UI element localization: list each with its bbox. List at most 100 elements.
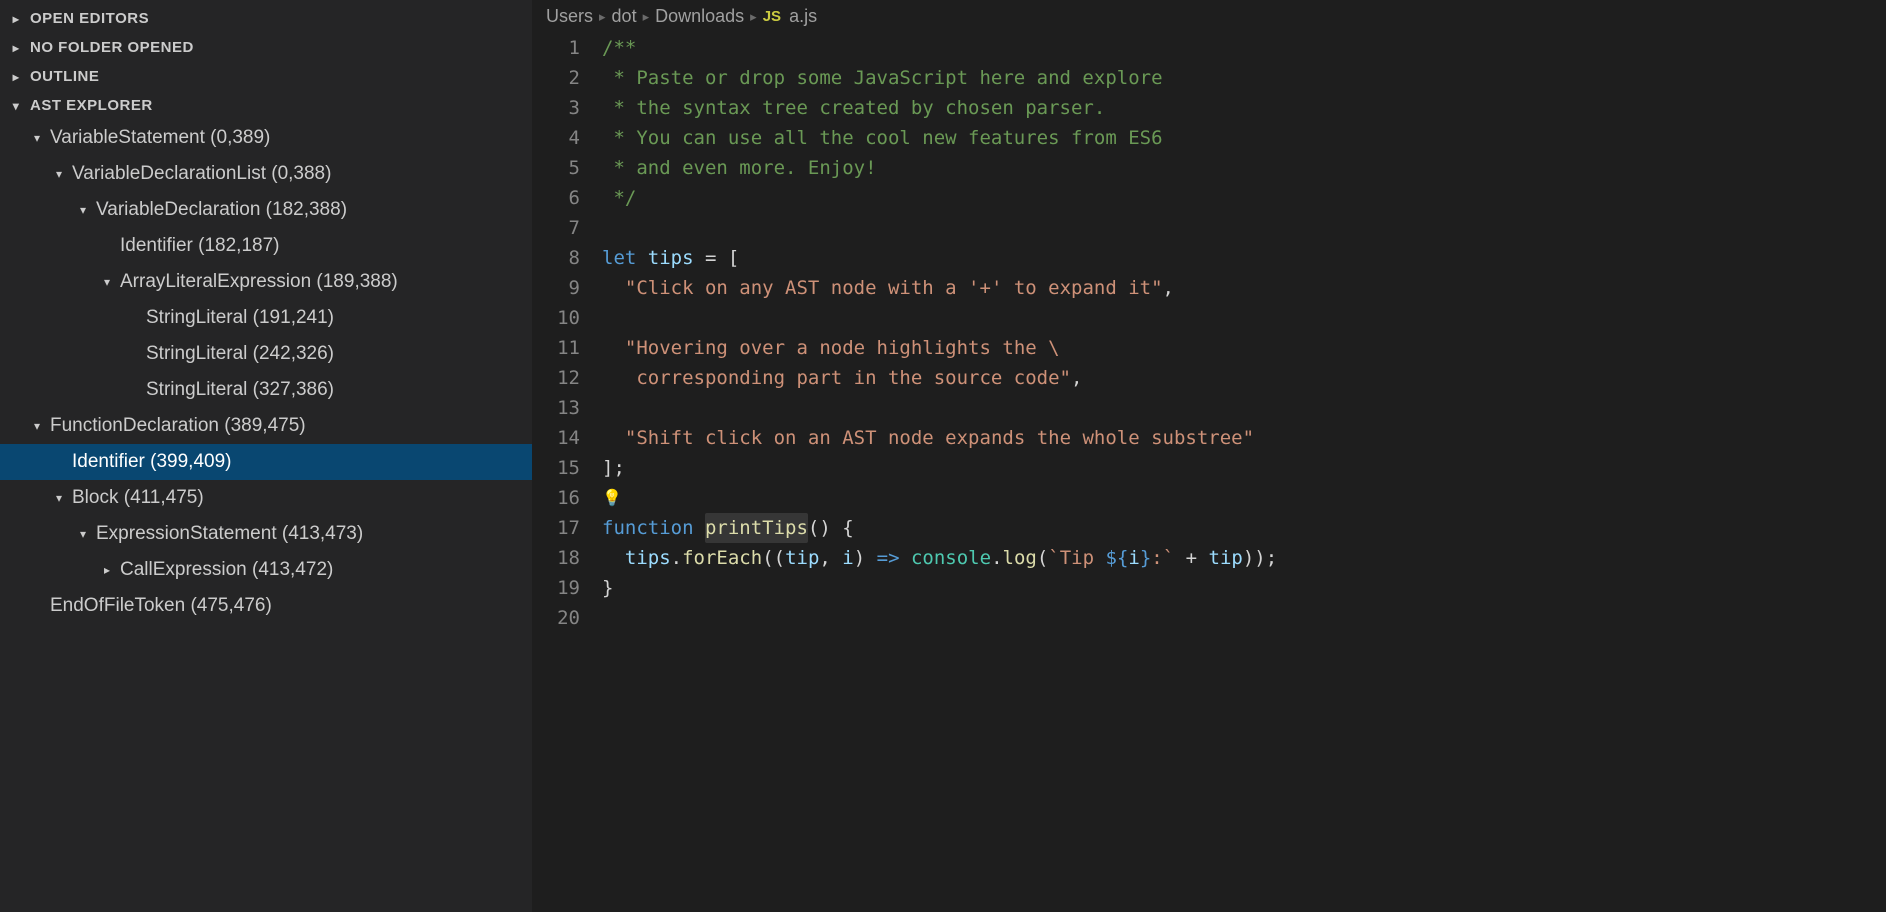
code-line[interactable]: let tips = [ <box>602 243 1886 273</box>
code-line[interactable]: /** <box>602 33 1886 63</box>
line-number: 12 <box>532 363 580 393</box>
chevron-down-icon[interactable]: ▾ <box>98 275 116 289</box>
ast-tree-item[interactable]: ▾ Block (411,475) <box>0 480 532 516</box>
code-line[interactable]: tips.forEach((tip, i) => console.log(`Ti… <box>602 543 1886 573</box>
token-string: `Tip <box>1048 543 1105 573</box>
token-comment: * the syntax tree created by chosen pars… <box>602 93 1105 123</box>
line-number: 14 <box>532 423 580 453</box>
ast-tree-item[interactable]: ▾ VariableDeclaration (182,388) <box>0 192 532 228</box>
code-line[interactable]: "Click on any AST node with a '+' to exp… <box>602 273 1886 303</box>
ast-tree-item[interactable]: ▸EndOfFileToken (475,476) <box>0 588 532 624</box>
code-area[interactable]: 1234567891011121314151617181920 /** * Pa… <box>532 33 1886 633</box>
js-file-icon: JS <box>763 8 781 25</box>
ast-node-label: VariableDeclaration (182,388) <box>96 199 347 221</box>
chevron-down-icon[interactable]: ▾ <box>74 527 92 541</box>
token-func: forEach <box>682 543 762 573</box>
chevron-down-icon[interactable]: ▾ <box>50 167 68 181</box>
code-line[interactable]: * You can use all the cool new features … <box>602 123 1886 153</box>
chevron-right-icon: ▸ <box>599 9 606 25</box>
code-line[interactable]: "Shift click on an AST node expands the … <box>602 423 1886 453</box>
panel-header[interactable]: ▸OPEN EDITORS <box>0 4 532 33</box>
panel-title: AST EXPLORER <box>30 97 153 114</box>
panel-header[interactable]: ▾AST EXPLORER <box>0 91 532 120</box>
chevron-down-icon[interactable]: ▾ <box>28 419 46 433</box>
lightbulb-icon[interactable]: 💡 <box>602 483 622 513</box>
ast-tree-item[interactable]: ▾ExpressionStatement (413,473) <box>0 516 532 552</box>
token-interp: ${ <box>1106 543 1129 573</box>
token-ident: tips <box>625 543 671 573</box>
breadcrumb-segment[interactable]: Users <box>546 6 593 27</box>
code-line[interactable]: function printTips() { <box>602 513 1886 543</box>
token-ident: i <box>1128 543 1139 573</box>
ast-node-label: Block (411,475) <box>72 487 204 509</box>
breadcrumb-segment[interactable]: Downloads <box>655 6 744 27</box>
line-number: 2 <box>532 63 580 93</box>
chevron-down-icon[interactable]: ▾ <box>28 131 46 145</box>
ast-tree-item[interactable]: ▸StringLiteral (327,386) <box>0 372 532 408</box>
token-punct <box>602 273 625 303</box>
ast-node-label: StringLiteral (327,386) <box>146 379 334 401</box>
panel-header[interactable]: ▸OUTLINE <box>0 62 532 91</box>
ast-tree-item[interactable]: ▸StringLiteral (242,326) <box>0 336 532 372</box>
line-number: 20 <box>532 603 580 633</box>
ast-node-label: Identifier (399,409) <box>72 451 232 473</box>
token-punct <box>602 333 625 363</box>
ast-tree-item[interactable]: ▸Identifier (182,187) <box>0 228 532 264</box>
code-line[interactable]: * and even more. Enjoy! <box>602 153 1886 183</box>
ast-tree-item[interactable]: ▸StringLiteral (191,241) <box>0 300 532 336</box>
line-number: 18 <box>532 543 580 573</box>
code-line[interactable] <box>602 303 1886 333</box>
panel-header[interactable]: ▸NO FOLDER OPENED <box>0 33 532 62</box>
code-line[interactable] <box>602 603 1886 633</box>
code-line[interactable]: corresponding part in the source code", <box>602 363 1886 393</box>
ast-tree-item[interactable]: ▾VariableDeclarationList (0,388) <box>0 156 532 192</box>
sidebar: ▸OPEN EDITORS▸NO FOLDER OPENED▸OUTLINE▾A… <box>0 0 532 912</box>
code-line[interactable]: "Hovering over a node highlights the \ <box>602 333 1886 363</box>
code-line[interactable]: ]; <box>602 453 1886 483</box>
ast-tree-item[interactable]: ▾ VariableStatement (0,389) <box>0 120 532 156</box>
token-op: + <box>1174 543 1208 573</box>
token-obj: console <box>911 543 991 573</box>
ast-tree-item[interactable]: ▸Identifier (399,409) <box>0 444 532 480</box>
token-comment: * and even more. Enjoy! <box>602 153 877 183</box>
code-line[interactable] <box>602 213 1886 243</box>
ast-tree-item[interactable]: ▾ FunctionDeclaration (389,475) <box>0 408 532 444</box>
chevron-right-icon: ▸ <box>643 9 650 25</box>
code-line[interactable]: * Paste or drop some JavaScript here and… <box>602 63 1886 93</box>
ast-node-label: FunctionDeclaration (389,475) <box>50 415 306 437</box>
line-number: 9 <box>532 273 580 303</box>
token-punct <box>602 543 625 573</box>
line-number: 5 <box>532 153 580 183</box>
code-line[interactable]: 💡 <box>602 483 1886 513</box>
panel-title: OUTLINE <box>30 68 99 85</box>
breadcrumb-file[interactable]: a.js <box>789 6 817 27</box>
code-line[interactable]: } <box>602 573 1886 603</box>
ast-node-label: VariableStatement (0,389) <box>50 127 270 149</box>
token-punct: )); <box>1243 543 1277 573</box>
chevron-right-icon[interactable]: ▸ <box>98 563 116 577</box>
ast-node-label: EndOfFileToken (475,476) <box>50 595 272 617</box>
code-content[interactable]: /** * Paste or drop some JavaScript here… <box>602 33 1886 633</box>
panel-title: NO FOLDER OPENED <box>30 39 194 56</box>
token-punct: , <box>1163 273 1174 303</box>
token-string: :` <box>1151 543 1174 573</box>
code-line[interactable] <box>602 393 1886 423</box>
token-ident: tips <box>648 243 694 273</box>
line-number: 11 <box>532 333 580 363</box>
token-punct: ) <box>854 543 877 573</box>
code-line[interactable]: * the syntax tree created by chosen pars… <box>602 93 1886 123</box>
token-func: log <box>1003 543 1037 573</box>
panel-title: OPEN EDITORS <box>30 10 149 27</box>
token-comment: * You can use all the cool new features … <box>602 123 1163 153</box>
ast-tree-item[interactable]: ▾ArrayLiteralExpression (189,388) <box>0 264 532 300</box>
ast-tree-item[interactable]: ▸CallExpression (413,472) <box>0 552 532 588</box>
token-punct <box>900 543 911 573</box>
chevron-down-icon[interactable]: ▾ <box>74 203 92 217</box>
code-line[interactable]: */ <box>602 183 1886 213</box>
token-punct: } <box>602 573 613 603</box>
token-keyword: function <box>602 513 694 543</box>
line-number: 13 <box>532 393 580 423</box>
token-comment: /** <box>602 33 636 63</box>
breadcrumb-segment[interactable]: dot <box>612 6 637 27</box>
chevron-down-icon[interactable]: ▾ <box>50 491 68 505</box>
